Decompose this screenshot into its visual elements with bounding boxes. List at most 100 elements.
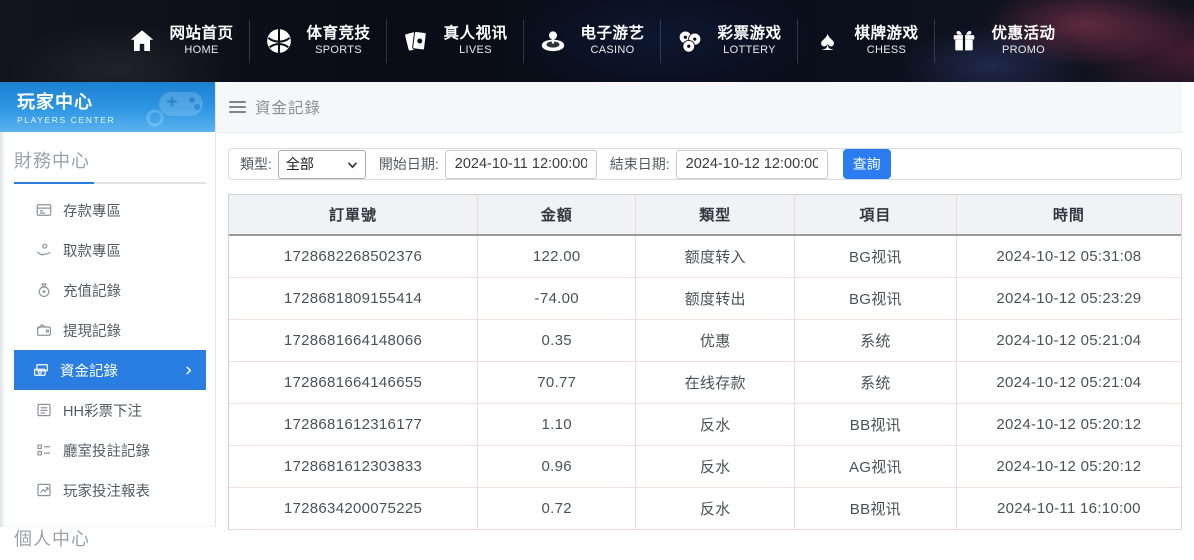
- col-header-time: 時間: [956, 195, 1181, 235]
- cell-order: 1728681664148066: [229, 320, 477, 362]
- cell-amount: 1.10: [477, 404, 636, 446]
- nav-subtitle: HOME: [184, 44, 218, 58]
- cell-amount: 0.96: [477, 446, 636, 488]
- nav-item-sports[interactable]: 体育竞技 SPORTS: [249, 0, 386, 82]
- cell-order: 1728634200075225: [229, 488, 477, 530]
- nav-title: 体育竞技: [306, 24, 370, 43]
- start-date-input[interactable]: [445, 150, 597, 179]
- cell-item: BG视讯: [794, 278, 956, 320]
- col-header-amount: 金額: [477, 195, 636, 235]
- nav-subtitle: CASINO: [591, 44, 635, 58]
- sidebar-item-funds-records[interactable]: 資金記錄: [14, 350, 206, 390]
- cell-time: 2024-10-12 05:21:04: [956, 362, 1181, 404]
- home-icon: [127, 26, 157, 56]
- cell-amount: -74.00: [477, 278, 636, 320]
- records-table-wrap: 訂單號 金額 類型 項目 時間 1728682268502376 122.00 …: [228, 194, 1182, 530]
- search-button[interactable]: 查詢: [843, 149, 891, 179]
- table-row: 1728634200075225 0.72 反水 BB视讯 2024-10-11…: [229, 488, 1181, 530]
- funds-notes-icon: [32, 361, 50, 379]
- cell-order: 1728681809155414: [229, 278, 477, 320]
- section-rule: [14, 182, 206, 184]
- room-list-icon: [35, 441, 53, 459]
- type-select-value: 全部: [286, 154, 314, 174]
- cell-time: 2024-10-12 05:31:08: [956, 235, 1181, 278]
- cell-amount: 0.35: [477, 320, 636, 362]
- cell-amount: 122.00: [477, 235, 636, 278]
- nav-item-lottery[interactable]: 彩票游戏 LOTTERY: [660, 0, 797, 82]
- sidebar-item-withdraw-zone[interactable]: 取款專區: [0, 230, 215, 270]
- cell-time: 2024-10-12 05:20:12: [956, 446, 1181, 488]
- spade-icon: ♠: [812, 26, 842, 56]
- page-title: 資金記錄: [255, 96, 321, 118]
- gift-icon: [949, 26, 979, 56]
- gamepad-icon: [145, 84, 209, 132]
- cash-wallet-icon: [35, 321, 53, 339]
- cell-time: 2024-10-12 05:21:04: [956, 320, 1181, 362]
- filter-bar: 類型: 全部 開始日期: 結束日期: 查詢: [228, 148, 1182, 180]
- cell-amount: 70.77: [477, 362, 636, 404]
- main-content: 資金記錄 類型: 全部 開始日期: 結束日期: 查詢: [216, 82, 1194, 527]
- deposit-card-icon: [35, 201, 53, 219]
- finance-section-title: 財務中心: [0, 132, 215, 182]
- sidebar-item-label: 存款專區: [63, 200, 121, 221]
- cell-order: 1728681664146655: [229, 362, 477, 404]
- roulette-icon: [538, 26, 568, 56]
- personal-section-title: 個人中心: [0, 510, 215, 560]
- sidebar-item-label: HH彩票下注: [63, 400, 142, 421]
- cell-item: 系统: [794, 320, 956, 362]
- cell-time: 2024-10-11 16:10:00: [956, 488, 1181, 530]
- cell-item: BB视讯: [794, 404, 956, 446]
- sidebar-item-deposit-zone[interactable]: 存款專區: [0, 190, 215, 230]
- nav-subtitle: LIVES: [459, 44, 492, 58]
- nav-title: 优惠活动: [991, 24, 1055, 43]
- cell-type: 反水: [636, 446, 795, 488]
- sidebar-item-withdrawal-records[interactable]: 提現記錄: [0, 310, 215, 350]
- lottery-list-icon: [35, 401, 53, 419]
- chevron-right-icon: [183, 365, 194, 376]
- sidebar-item-label: 玩家投注報表: [63, 480, 150, 501]
- end-date-input[interactable]: [676, 150, 828, 179]
- nav-title: 网站首页: [169, 24, 233, 43]
- start-date-label: 開始日期:: [379, 154, 439, 174]
- nav-item-home[interactable]: 网站首页 HOME: [112, 0, 249, 82]
- records-table: 訂單號 金額 類型 項目 時間 1728682268502376 122.00 …: [229, 195, 1181, 529]
- lottery-balls-icon: [675, 26, 705, 56]
- cell-time: 2024-10-12 05:23:29: [956, 278, 1181, 320]
- cards-icon: [401, 26, 431, 56]
- nav-title: 棋牌游戏: [854, 24, 918, 43]
- nav-subtitle: CHESS: [867, 44, 906, 58]
- sidebar-item-label: 資金記錄: [60, 360, 118, 381]
- sidebar-header: 玩家中心 PLAYERS CENTER: [0, 82, 215, 132]
- cell-item: AG视讯: [794, 446, 956, 488]
- col-header-type: 類型: [636, 195, 795, 235]
- sidebar-item-hh-lottery-bets[interactable]: HH彩票下注: [0, 390, 215, 430]
- sports-icon: [264, 26, 294, 56]
- sidebar-item-player-bet-report[interactable]: 玩家投注報表: [0, 470, 215, 510]
- nav-item-lives[interactable]: 真人视讯 LIVES: [386, 0, 523, 82]
- sidebar-item-label: 充值記錄: [63, 280, 121, 301]
- cell-type: 在线存款: [636, 362, 795, 404]
- nav-item-promo[interactable]: 优惠活动 PROMO: [934, 0, 1071, 82]
- cell-type: 额度转入: [636, 235, 795, 278]
- sidebar-item-label: 取款專區: [63, 240, 121, 261]
- cell-type: 反水: [636, 404, 795, 446]
- sidebar-item-room-bet-records[interactable]: 廳室投註記錄: [0, 430, 215, 470]
- menu-toggle-icon[interactable]: [229, 101, 246, 113]
- cell-item: BB视讯: [794, 488, 956, 530]
- table-row: 1728681664146655 70.77 在线存款 系统 2024-10-1…: [229, 362, 1181, 404]
- nav-item-chess[interactable]: ♠ 棋牌游戏 CHESS: [797, 0, 934, 82]
- table-row: 1728681612303833 0.96 反水 AG视讯 2024-10-12…: [229, 446, 1181, 488]
- type-label: 類型:: [240, 154, 272, 174]
- nav-item-casino[interactable]: 电子游艺 CASINO: [523, 0, 660, 82]
- col-header-item: 項目: [794, 195, 956, 235]
- sidebar: 玩家中心 PLAYERS CENTER 財務中心: [0, 82, 216, 527]
- sidebar-menu: 存款專區 取款專區: [0, 190, 215, 510]
- type-select[interactable]: 全部: [278, 150, 366, 179]
- table-row: 1728682268502376 122.00 额度转入 BG视讯 2024-1…: [229, 235, 1181, 278]
- recharge-bag-icon: [35, 281, 53, 299]
- cell-order: 1728681612303833: [229, 446, 477, 488]
- table-row: 1728681664148066 0.35 优惠 系统 2024-10-12 0…: [229, 320, 1181, 362]
- chevron-down-icon: [347, 156, 358, 172]
- col-header-order: 訂單號: [229, 195, 477, 235]
- sidebar-item-recharge-records[interactable]: 充值記錄: [0, 270, 215, 310]
